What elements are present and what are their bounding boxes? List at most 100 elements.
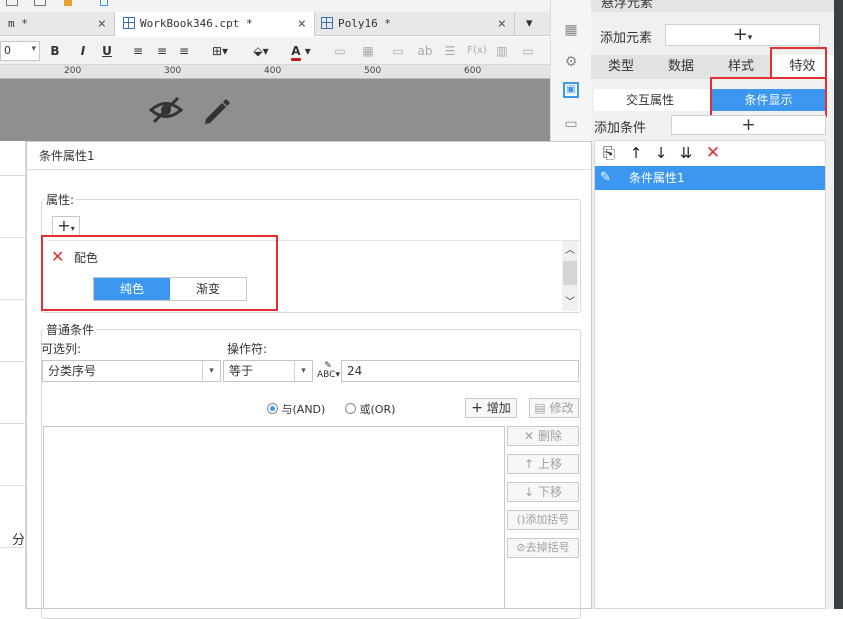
tab-data[interactable]: 数据 [651, 55, 711, 79]
settings-icon[interactable]: ⚙ [561, 52, 581, 72]
tab-type[interactable]: 类型 [591, 55, 651, 79]
highlight-effects-tab [770, 47, 827, 79]
arrow-up-icon[interactable]: ↑ [627, 144, 645, 162]
remove-bracket-button[interactable]: ⊘去掉括号 [507, 538, 579, 558]
subtab-interaction[interactable]: 交互属性 [594, 89, 706, 111]
value-input[interactable]: 24 [341, 360, 579, 382]
chevron-down-icon: ▾ [31, 44, 36, 54]
tab-style[interactable]: 样式 [711, 55, 771, 79]
tab-label: m * [8, 17, 28, 30]
arrow-down-icon: ↓ [524, 485, 535, 499]
top-toolbar-fragment [0, 0, 550, 12]
delete-icon[interactable]: ✕ [704, 144, 722, 162]
panel-icon[interactable]: ▭ [561, 114, 581, 134]
chevron-down-icon: ▾ [294, 361, 312, 381]
chevron-down-icon: ▾ [747, 33, 753, 43]
merge-cell-icon[interactable]: ▭ [332, 42, 348, 60]
condition-attribute-dialog: 条件属性1 属性: +▾ ✕ 配色 纯色 渐变 ︿ ﹀ 普通条件 可选列: 操作… [26, 141, 592, 619]
column-select[interactable]: 分类序号 ▾ [42, 360, 221, 382]
common-condition-legend: 普通条件 [44, 321, 97, 338]
radio-and[interactable]: 与(AND) [267, 401, 325, 417]
delete-button[interactable]: ✕ 删除 [507, 426, 579, 446]
plus-icon: + [741, 115, 756, 135]
text-field-icon[interactable]: ▭ [390, 42, 406, 60]
font-color-button[interactable]: A ▾ [286, 42, 316, 61]
radio-or[interactable]: 或(OR) [345, 401, 395, 417]
close-icon[interactable]: × [498, 12, 506, 36]
remove-bracket-label: 去掉括号 [525, 541, 570, 554]
plus-icon: + [732, 24, 748, 45]
move-down-label: 下移 [537, 485, 562, 499]
move-down-button[interactable]: ↓ 下移 [507, 482, 579, 502]
add-condition-label: 添加条件 [594, 121, 647, 136]
ruler-tick: 500 [364, 66, 382, 76]
tab-label: WorkBook346.cpt * [140, 17, 253, 30]
scroll-thumb[interactable] [563, 261, 577, 285]
format-brush-icon[interactable] [64, 0, 72, 6]
align-right-icon[interactable]: ≡ [176, 42, 192, 60]
paste-icon[interactable] [34, 0, 46, 6]
ruler-tick: 200 [64, 66, 82, 76]
value-type-icon[interactable]: ✎ ABC▾ [317, 362, 340, 380]
right-property-panel: 悬浮元素 添加元素 +▾ 类型 数据 样式 特效 交互属性 条件显示 添加条件 … [591, 0, 843, 609]
list-item[interactable]: ✎ 条件属性1 [595, 166, 825, 190]
list-icon[interactable]: ☰ [442, 42, 458, 60]
plus-icon: + [471, 400, 483, 416]
text-ab-icon[interactable]: ab [416, 42, 434, 60]
chevron-up-icon: ︿ [565, 245, 575, 256]
hidden-eye-icon[interactable] [148, 95, 184, 125]
tab-workbook346[interactable]: WorkBook346.cpt * × [115, 12, 315, 36]
modify-icon: ▤ [534, 401, 546, 415]
close-icon[interactable]: × [298, 12, 306, 36]
highlight-property [41, 235, 278, 311]
remove-bracket-icon: ⊘ [516, 541, 526, 554]
add-bracket-button[interactable]: ()添加括号 [507, 510, 579, 530]
pencil-icon[interactable] [200, 95, 232, 127]
image-icon[interactable]: ▭ [520, 42, 536, 60]
layout-icon[interactable]: ▦ [561, 20, 581, 40]
properties-legend: 属性: [44, 191, 77, 208]
property-scrollbar[interactable]: ︿ ﹀ [562, 241, 578, 311]
tab-menu-icon[interactable]: ▾ [526, 16, 533, 31]
italic-button[interactable]: I [76, 42, 90, 60]
operator-select[interactable]: 等于 ▾ [223, 360, 313, 382]
close-icon[interactable]: × [98, 12, 106, 36]
modify-button[interactable]: ▤ 修改 [529, 398, 579, 418]
align-left-icon[interactable]: ≡ [130, 42, 146, 60]
add-element-button[interactable]: +▾ [665, 24, 820, 46]
radio-and-label: 与(AND) [281, 403, 326, 416]
arrow-down-icon[interactable]: ↓ [652, 144, 670, 162]
operator-value: 等于 [229, 364, 254, 378]
add-button[interactable]: + 增加 [465, 398, 517, 418]
tab-poly16[interactable]: Poly16 * × [315, 12, 515, 36]
plugin-icon[interactable] [100, 0, 108, 6]
fill-color-icon[interactable]: ⬙▾ [246, 42, 276, 60]
cell-text-fragment: 分 [12, 533, 26, 548]
widget-icon[interactable]: ▣ [563, 82, 579, 98]
formula-icon[interactable]: F(x) [466, 42, 488, 60]
align-center-icon[interactable]: ≡ [154, 42, 170, 60]
tab-workbook-prev[interactable]: m * × [0, 12, 115, 36]
edit-icon: ✎ [600, 170, 611, 185]
copy-icon[interactable]: ⎘ [600, 144, 618, 162]
plus-icon: + [57, 216, 71, 235]
underline-button[interactable]: U [100, 42, 114, 60]
chart-icon[interactable]: ▥ [494, 42, 510, 60]
add-condition-button[interactable]: + [671, 115, 826, 135]
operator-label: 操作符: [227, 342, 268, 356]
add-property-button[interactable]: +▾ [52, 216, 80, 236]
move-up-button[interactable]: ↑ 上移 [507, 454, 579, 474]
table-icon[interactable]: ▦ [360, 42, 376, 60]
font-size-select[interactable]: 0 ▾ [0, 41, 40, 61]
copy-icon[interactable] [6, 0, 18, 6]
tab-bar: m * × WorkBook346.cpt * × Poly16 * × ▾ [0, 12, 550, 36]
bold-button[interactable]: B [48, 42, 62, 60]
ruler: 200 300 400 500 600 [0, 65, 550, 79]
condition-list: ⎘ ↑ ↓ ⇊ ✕ ✎ 条件属性1 [594, 140, 826, 609]
border-icon[interactable]: ⊞▾ [206, 42, 234, 60]
panel-header-title: 悬浮元素 [601, 0, 654, 11]
font-size-value: 0 [4, 44, 11, 57]
sort-down-icon[interactable]: ⇊ [677, 144, 695, 162]
condition-list-area[interactable] [43, 426, 505, 609]
radio-or-label: 或(OR) [359, 403, 396, 416]
